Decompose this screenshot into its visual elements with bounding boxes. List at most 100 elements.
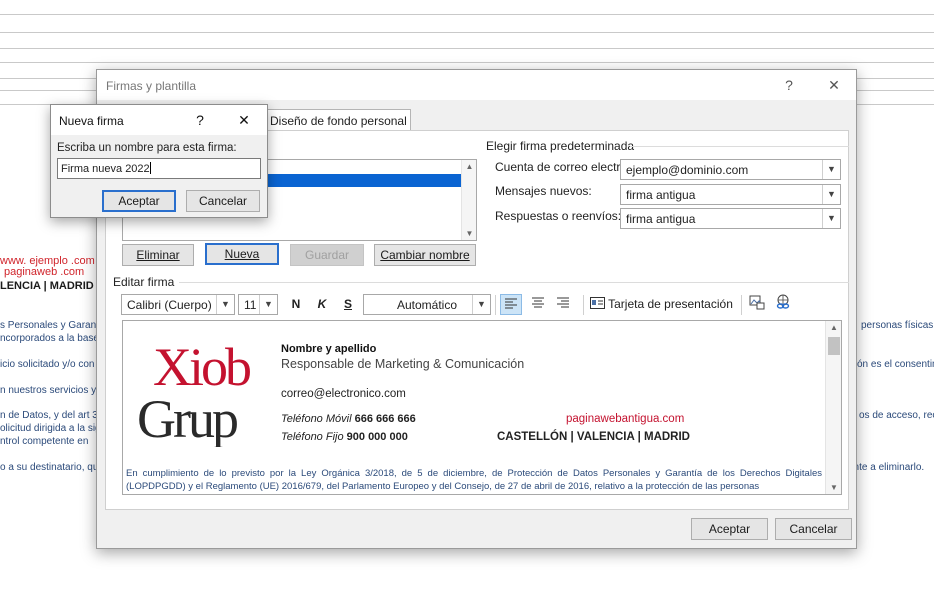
signature-name-input[interactable]: Firma nueva 2022	[57, 158, 261, 179]
chevron-down-icon[interactable]: ▼	[216, 295, 234, 314]
font-value: Calibri (Cuerpo)	[127, 298, 212, 312]
bold-button[interactable]: N	[287, 294, 305, 315]
toolbar-separator	[583, 295, 584, 315]
signature-mobile: Teléfono Móvil 666 666 666	[281, 413, 416, 425]
business-card-label: Tarjeta de presentación	[608, 297, 733, 311]
new-button[interactable]: Nueva	[205, 243, 279, 265]
bg-text-fragment: s Personales y Garant	[0, 320, 99, 331]
toolbar-separator	[495, 295, 496, 315]
close-button[interactable]: ✕	[231, 109, 257, 131]
company-logo: Xiob Grup	[137, 337, 253, 447]
chevron-down-icon[interactable]: ▼	[472, 295, 490, 314]
signature-editor[interactable]: Xiob Grup Nombre y apellido Responsable …	[122, 320, 842, 495]
insert-picture-button[interactable]	[747, 294, 767, 315]
chevron-down-icon[interactable]: ▼	[822, 209, 840, 228]
edit-signature-label: Editar firma	[113, 275, 175, 289]
delete-button-label: Eliminar	[136, 248, 180, 262]
align-center-icon	[532, 297, 544, 308]
account-select[interactable]: ejemplo@dominio.com ▼	[620, 159, 841, 180]
save-button[interactable]: Guardar	[290, 244, 364, 266]
signature-email: correo@electronico.com	[281, 388, 406, 400]
mobile-value: 666 666 666	[354, 413, 416, 425]
scroll-down-icon[interactable]: ▼	[462, 229, 477, 238]
font-size-select[interactable]: 11 ▼	[238, 294, 278, 315]
align-center-button[interactable]	[527, 294, 549, 315]
delete-button[interactable]: Eliminar	[122, 244, 194, 266]
bg-text-fragment: olicitud dirigida a la sig	[0, 423, 101, 434]
picture-icon	[749, 295, 765, 310]
signature-website: paginawebantigua.com	[566, 413, 685, 425]
group-divider	[630, 146, 849, 147]
tab-personal-stationery[interactable]: Diseño de fondo personal	[265, 109, 411, 131]
dialog-titlebar: Firmas y plantilla ? ✕	[97, 70, 856, 100]
font-select[interactable]: Calibri (Cuerpo) ▼	[121, 294, 235, 315]
editor-scrollbar[interactable]: ▲ ▼	[825, 321, 841, 494]
new-messages-label: Mensajes nuevos:	[495, 184, 592, 198]
ok-button[interactable]: Aceptar	[691, 518, 768, 540]
group-divider	[179, 282, 849, 283]
new-messages-select[interactable]: firma antigua ▼	[620, 184, 841, 205]
logo-text: Grup	[137, 389, 237, 447]
signature-cities: CASTELLÓN | VALENCIA | MADRID	[497, 431, 690, 443]
chevron-down-icon[interactable]: ▼	[822, 185, 840, 204]
scroll-up-icon[interactable]: ▲	[826, 323, 841, 332]
bg-text-fragment: n nuestros servicios y	[0, 385, 97, 396]
align-left-button[interactable]	[500, 294, 522, 315]
business-card-button[interactable]: Tarjeta de presentación	[590, 294, 740, 315]
new-messages-value: firma antigua	[626, 188, 696, 202]
signature-fixed-phone: Teléfono Fijo 900 000 000	[281, 431, 408, 443]
chevron-down-icon[interactable]: ▼	[259, 295, 277, 314]
fixed-phone-value: 900 000 000	[346, 431, 408, 443]
new-signature-titlebar: Nueva firma ? ✕	[51, 105, 267, 135]
align-left-icon	[505, 298, 517, 309]
logo-text: Xiob	[153, 337, 250, 397]
bg-text-fragment: os de acceso, rect	[859, 410, 934, 421]
replies-label: Respuestas o reenvíos:	[495, 209, 622, 223]
italic-button[interactable]: K	[313, 294, 331, 315]
chevron-down-icon[interactable]: ▼	[822, 160, 840, 179]
signature-legal-text: En cumplimiento de lo previsto por la Le…	[126, 468, 822, 492]
text-caret	[149, 162, 151, 174]
scroll-up-icon[interactable]: ▲	[462, 162, 477, 171]
signature-name: Nombre y apellido	[281, 343, 377, 355]
bg-text-fragment: personas físicas e	[861, 320, 934, 331]
help-button[interactable]: ?	[187, 109, 213, 131]
new-button-label: Nueva	[224, 247, 260, 261]
insert-hyperlink-button[interactable]	[773, 294, 793, 315]
font-color-value: Automático	[396, 298, 458, 312]
new-signature-title: Nueva firma	[59, 114, 124, 128]
toolbar-separator	[741, 295, 742, 315]
cancel-button[interactable]: Cancelar	[186, 190, 260, 212]
hyperlink-icon	[776, 294, 790, 309]
underline-button[interactable]: S	[339, 294, 357, 315]
rename-button[interactable]: Cambiar nombre	[374, 244, 476, 266]
align-right-button[interactable]	[552, 294, 574, 315]
fixed-phone-label: Teléfono Fijo	[281, 431, 344, 443]
bg-text-fragment: ncorporados a la base	[0, 333, 99, 344]
signature-name-value: Firma nueva 2022	[61, 163, 150, 175]
align-right-icon	[557, 297, 569, 308]
bg-text-fragment: o a su destinatario, qu	[0, 462, 99, 473]
default-signature-group-title: Elegir firma predeterminada	[486, 139, 635, 153]
bg-text-fragment: ntrol competente en	[0, 436, 89, 447]
close-button[interactable]: ✕	[821, 74, 847, 96]
business-card-icon	[590, 297, 605, 309]
new-signature-prompt: Escriba un nombre para esta firma:	[57, 142, 237, 154]
bg-text-fragment: icio solicitado y/o con	[0, 359, 95, 370]
new-signature-dialog: Nueva firma ? ✕ Escriba un nombre para e…	[50, 104, 268, 218]
font-size-value: 11	[244, 298, 257, 312]
ok-button[interactable]: Aceptar	[102, 190, 176, 212]
signature-list-scrollbar[interactable]: ▲ ▼	[461, 160, 476, 240]
replies-select[interactable]: firma antigua ▼	[620, 208, 841, 229]
help-button[interactable]: ?	[776, 74, 802, 96]
mobile-label: Teléfono Móvil	[281, 413, 352, 425]
account-value: ejemplo@dominio.com	[626, 163, 749, 177]
replies-value: firma antigua	[626, 212, 696, 226]
cancel-button[interactable]: Cancelar	[775, 518, 852, 540]
scroll-down-icon[interactable]: ▼	[826, 483, 841, 492]
dialog-title: Firmas y plantilla	[106, 79, 197, 93]
signature-role: Responsable de Marketing & Comunicación	[281, 357, 525, 371]
rename-button-label: Cambiar nombre	[380, 248, 470, 262]
scroll-thumb[interactable]	[828, 337, 840, 355]
font-color-select[interactable]: Automático ▼	[363, 294, 491, 315]
